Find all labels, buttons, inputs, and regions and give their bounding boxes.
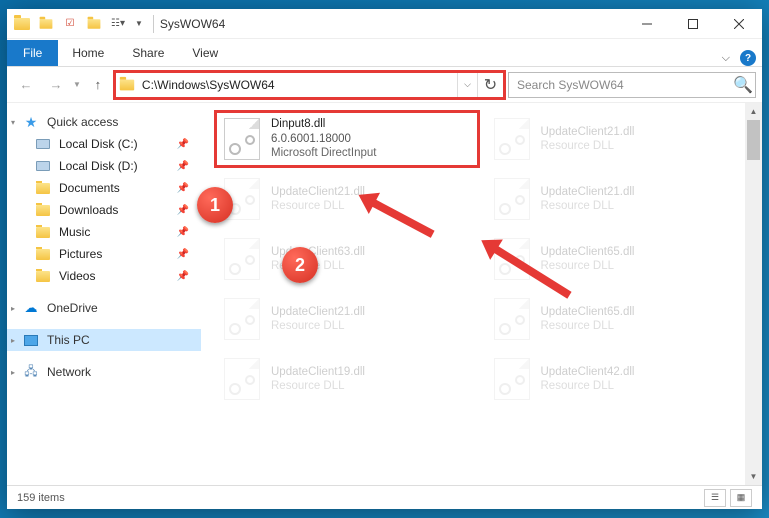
qat-customize[interactable]: ▼ [135, 19, 143, 28]
sidebar-network[interactable]: ▸🖧Network [7, 361, 201, 383]
nav-back[interactable]: ← [13, 72, 39, 98]
address-text[interactable]: C:\Windows\SysWOW64 [138, 78, 457, 92]
pin-icon: 📌 [177, 271, 189, 282]
maximize-button[interactable] [670, 9, 716, 39]
sidebar-item[interactable]: Pictures📌 [7, 243, 201, 265]
file-item-highlighted[interactable]: Dinput8.dll 6.0.6001.18000 Microsoft Dir… [217, 113, 477, 165]
file-item[interactable]: UpdateClient19.dllResource DLL [217, 353, 477, 405]
nav-pane: ▾ ★ Quick access Local Disk (C:)📌 Local … [7, 103, 201, 485]
view-details-button[interactable]: ☰ [704, 489, 726, 507]
file-item[interactable]: UpdateClient21.dllResource DLL [487, 113, 747, 165]
title-bar: ☑ ☷▾ ▼ SysWOW64 [7, 9, 762, 39]
thispc-icon [23, 332, 39, 348]
vertical-scrollbar[interactable]: ▲ ▼ [745, 103, 762, 485]
dll-file-icon [221, 118, 263, 160]
view-icons-button[interactable]: ▦ [730, 489, 752, 507]
refresh-button[interactable]: ↻ [477, 73, 503, 97]
drive-icon [35, 136, 51, 152]
file-item[interactable]: UpdateClient65.dllResource DLL [487, 293, 747, 345]
close-button[interactable] [716, 9, 762, 39]
folder-icon [35, 202, 51, 218]
tab-home[interactable]: Home [58, 42, 118, 66]
tab-view[interactable]: View [178, 42, 232, 66]
address-dropdown[interactable]: ⌵ [457, 73, 477, 97]
body: ▾ ★ Quick access Local Disk (C:)📌 Local … [7, 103, 762, 485]
folder-icon [35, 180, 51, 196]
sidebar-item[interactable]: Local Disk (C:)📌 [7, 133, 201, 155]
dll-file-icon [491, 178, 533, 220]
sidebar-item[interactable]: Local Disk (D:)📌 [7, 155, 201, 177]
nav-bar: ← → ▼ ↑ C:\Windows\SysWOW64 ⌵ ↻ Search S… [7, 67, 762, 103]
search-icon[interactable]: 🔍 [731, 75, 755, 95]
file-item[interactable]: UpdateClient65.dllResource DLL [487, 233, 747, 285]
search-placeholder: Search SysWOW64 [509, 78, 731, 92]
dll-file-icon [221, 358, 263, 400]
onedrive-icon: ☁ [23, 300, 39, 316]
window-title: SysWOW64 [160, 17, 225, 31]
help-icon[interactable]: ? [740, 50, 756, 66]
dll-file-icon [221, 238, 263, 280]
ribbon-tabs: File Home Share View ⌵ ? [7, 39, 762, 67]
folder-icon [35, 246, 51, 262]
nav-up[interactable]: ↑ [85, 72, 111, 98]
sidebar-onedrive[interactable]: ▸☁OneDrive [7, 297, 201, 319]
pin-icon: 📌 [177, 139, 189, 150]
pin-icon: 📌 [177, 249, 189, 260]
sidebar-item[interactable]: Music📌 [7, 221, 201, 243]
qat-new-folder[interactable] [83, 13, 105, 35]
file-item[interactable]: UpdateClient21.dllResource DLL [217, 293, 477, 345]
nav-history[interactable]: ▼ [73, 80, 81, 89]
qat-check[interactable]: ☑ [59, 13, 81, 35]
file-name: Dinput8.dll [271, 117, 376, 131]
item-count: 159 items [17, 492, 65, 504]
annotation-marker-1: 1 [197, 187, 233, 223]
file-description: Microsoft DirectInput [271, 146, 376, 160]
minimize-button[interactable] [624, 9, 670, 39]
network-icon: 🖧 [23, 364, 39, 380]
tab-file[interactable]: File [7, 40, 58, 66]
scroll-thumb[interactable] [747, 120, 760, 160]
address-folder-icon [116, 79, 138, 91]
sidebar-item[interactable]: Videos📌 [7, 265, 201, 287]
folder-icon [35, 268, 51, 284]
pin-icon: 📌 [177, 227, 189, 238]
scroll-down[interactable]: ▼ [745, 468, 762, 485]
content-pane[interactable]: Dinput8.dll 6.0.6001.18000 Microsoft Dir… [201, 103, 762, 485]
nav-forward: → [43, 72, 69, 98]
dll-file-icon [491, 118, 533, 160]
window-icon [11, 13, 33, 35]
status-bar: 159 items ☰ ▦ [7, 485, 762, 509]
sidebar-quick-access[interactable]: ▾ ★ Quick access [7, 111, 201, 133]
qat-properties[interactable] [35, 13, 57, 35]
folder-icon [35, 224, 51, 240]
pin-icon: 📌 [177, 205, 189, 216]
sidebar-item[interactable]: Downloads📌 [7, 199, 201, 221]
dll-file-icon [221, 298, 263, 340]
search-box[interactable]: Search SysWOW64 🔍 [508, 72, 756, 98]
dll-file-icon [491, 298, 533, 340]
star-icon: ★ [23, 114, 39, 130]
file-item[interactable]: UpdateClient21.dllResource DLL [217, 173, 477, 225]
dll-file-icon [491, 358, 533, 400]
address-bar[interactable]: C:\Windows\SysWOW64 ⌵ ↻ [115, 72, 504, 98]
qat-view[interactable]: ☷▾ [107, 13, 129, 35]
ribbon-expand[interactable]: ⌵ [722, 52, 730, 65]
sidebar-this-pc[interactable]: ▸This PC [7, 329, 201, 351]
file-item[interactable]: UpdateClient63.dllResource DLL [217, 233, 477, 285]
sidebar-item[interactable]: Documents📌 [7, 177, 201, 199]
pin-icon: 📌 [177, 161, 189, 172]
annotation-marker-2: 2 [282, 247, 318, 283]
scroll-up[interactable]: ▲ [745, 103, 762, 120]
scroll-track[interactable] [745, 120, 762, 468]
explorer-window: ☑ ☷▾ ▼ SysWOW64 File Home Share View ⌵ ?… [7, 9, 762, 509]
file-item[interactable]: UpdateClient21.dllResource DLL [487, 173, 747, 225]
pin-icon: 📌 [177, 183, 189, 194]
file-item[interactable]: UpdateClient42.dllResource DLL [487, 353, 747, 405]
tab-share[interactable]: Share [118, 42, 178, 66]
file-version: 6.0.6001.18000 [271, 132, 376, 146]
drive-icon [35, 158, 51, 174]
